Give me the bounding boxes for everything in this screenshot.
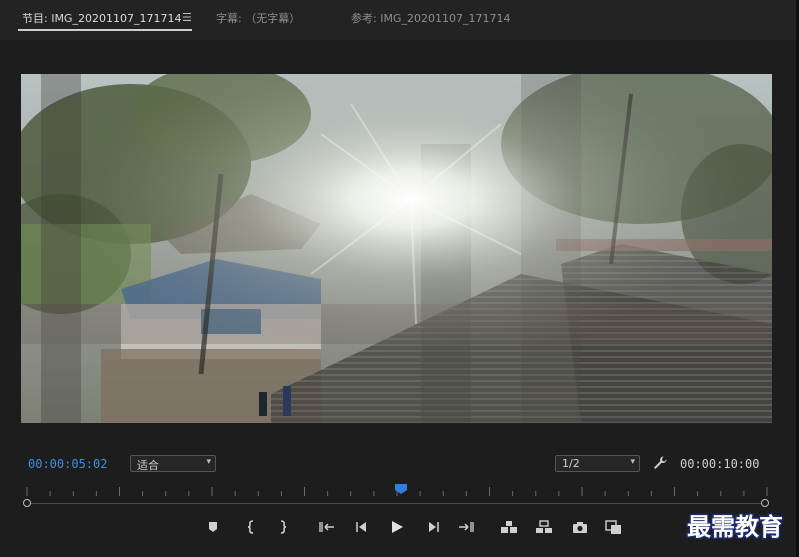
- comparison-view-button[interactable]: [605, 518, 623, 536]
- lift-icon: [501, 521, 517, 533]
- tab-reference[interactable]: 参考: IMG_20201107_171714: [351, 10, 510, 26]
- comparison-view-icon: [605, 519, 621, 534]
- zoom-scroll-left-handle[interactable]: [23, 499, 31, 507]
- mark-in-button[interactable]: [242, 518, 260, 536]
- program-monitor-viewer[interactable]: [21, 74, 772, 423]
- playback-resolution-value: 1/2: [562, 457, 580, 470]
- zoom-scroll-bar[interactable]: [27, 503, 765, 504]
- extract-icon: [536, 520, 552, 533]
- active-tab-underline: [18, 29, 192, 31]
- step-forward-icon: [429, 522, 439, 532]
- panel-tab-bar: 节目: IMG_20201107_171714 ☰ 字幕: （无字幕） 参考: …: [0, 0, 799, 40]
- step-forward-button[interactable]: [424, 518, 442, 536]
- go-to-out-button[interactable]: [457, 518, 475, 536]
- wrench-settings-icon[interactable]: [652, 455, 668, 471]
- playhead[interactable]: [394, 484, 407, 494]
- mark-in-icon: [247, 520, 254, 534]
- camera-icon: [573, 521, 587, 533]
- export-frame-button[interactable]: [571, 518, 589, 536]
- add-marker-icon: [209, 522, 217, 532]
- mark-out-icon: [280, 520, 287, 534]
- tab-program[interactable]: 节目: IMG_20201107_171714: [22, 10, 181, 26]
- video-frame-image: [21, 74, 772, 423]
- play-button[interactable]: [388, 518, 406, 536]
- lift-button[interactable]: [500, 518, 518, 536]
- zoom-level-value: 适合: [137, 459, 159, 472]
- go-to-out-icon: [459, 522, 474, 532]
- step-back-button[interactable]: [353, 518, 371, 536]
- step-back-icon: [356, 522, 366, 532]
- add-marker-button[interactable]: [204, 518, 222, 536]
- current-timecode[interactable]: 00:00:05:02: [28, 457, 107, 471]
- go-to-in-button[interactable]: [318, 518, 336, 536]
- watermark-text: 最需教育: [687, 512, 783, 541]
- chevron-down-icon: ▾: [630, 457, 635, 467]
- zoom-scroll-right-handle[interactable]: [761, 499, 769, 507]
- chevron-down-icon: ▾: [206, 457, 211, 467]
- play-icon: [392, 521, 403, 533]
- hamburger-menu-icon[interactable]: ☰: [182, 11, 192, 24]
- playback-resolution-select[interactable]: 1/2 ▾: [555, 455, 640, 472]
- mark-out-button[interactable]: [274, 518, 292, 536]
- duration-timecode: 00:00:10:00: [680, 457, 760, 471]
- watermark-logo: 最需教育: [676, 508, 794, 544]
- extract-button[interactable]: [535, 518, 553, 536]
- tab-captions[interactable]: 字幕: （无字幕）: [216, 10, 300, 26]
- go-to-in-icon: [319, 522, 334, 532]
- zoom-level-select[interactable]: 适合 ▾: [130, 455, 216, 472]
